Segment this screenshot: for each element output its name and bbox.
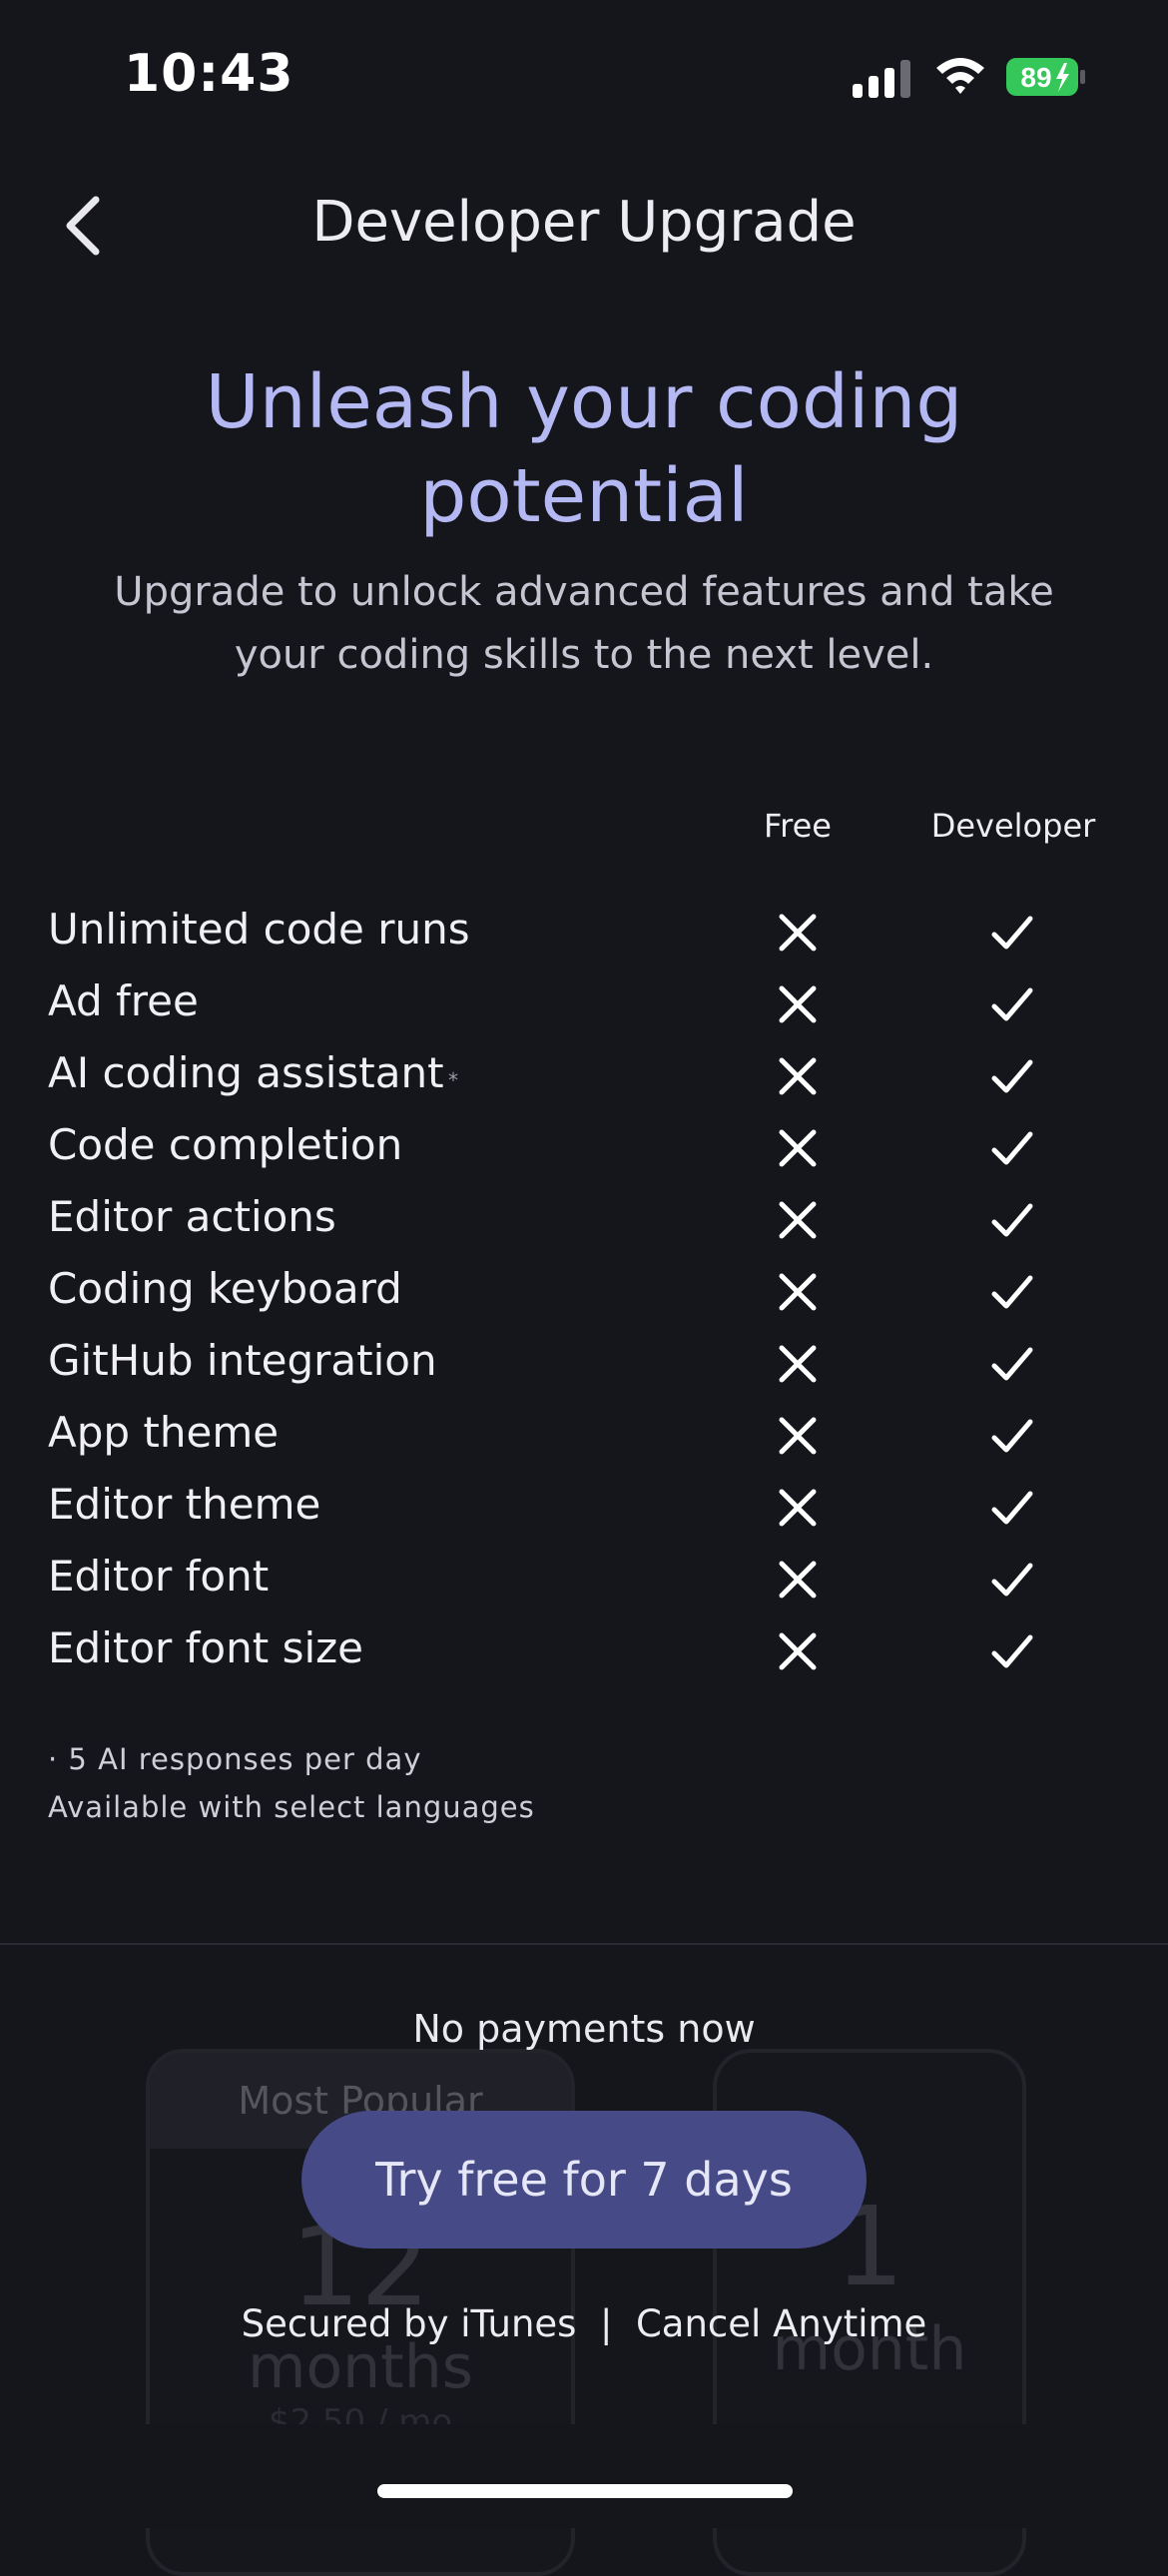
cross-icon (774, 1052, 822, 1100)
feature-row: Unlimited code runs (0, 899, 1168, 970)
column-header-developer: Developer (930, 807, 1096, 845)
checkmark-icon (988, 1556, 1036, 1604)
divider (0, 1943, 1168, 1945)
feature-row: Code completion (0, 1114, 1168, 1186)
hero-title-line2: potential (419, 453, 749, 539)
footnotes: · 5 AI responses per day Available with … (48, 1735, 535, 1831)
feature-label: Editor actions (48, 1192, 336, 1241)
feature-row: Ad free (0, 970, 1168, 1042)
hero-subtitle: Upgrade to unlock advanced features and … (60, 561, 1108, 687)
battery-icon: 89 (1006, 58, 1085, 96)
bottom-mask (0, 2424, 1168, 2528)
feature-comparison-list: Unlimited code runs Ad free AI coding assi… (0, 899, 1168, 1689)
checkmark-icon (988, 1484, 1036, 1532)
feature-label: App theme (48, 1408, 280, 1457)
feature-label: Editor theme (48, 1480, 321, 1529)
cross-icon (774, 1412, 822, 1460)
feature-row: Editor font (0, 1546, 1168, 1617)
feature-label: Editor font size (48, 1623, 364, 1672)
feature-row: Coding keyboard (0, 1258, 1168, 1330)
cross-icon (774, 1340, 822, 1388)
checkmark-icon (988, 1196, 1036, 1244)
wifi-icon (936, 58, 984, 94)
cross-icon (774, 909, 822, 957)
feature-label: Unlimited code runs (48, 905, 470, 954)
feature-label: GitHub integration (48, 1336, 437, 1385)
hero-title-line1: Unleash your coding (205, 359, 963, 445)
hero-title: Unleash your coding potential (80, 355, 1088, 543)
feature-row: Editor font size (0, 1617, 1168, 1689)
feature-row: GitHub integration (0, 1330, 1168, 1402)
footnote-languages: Available with select languages (48, 1790, 535, 1824)
feature-label: Code completion (48, 1120, 403, 1169)
checkmark-icon (988, 1124, 1036, 1172)
ai-footnote-marker: * (448, 1068, 458, 1092)
feature-label: Ad free (48, 976, 199, 1025)
checkmark-icon (988, 909, 1036, 957)
security-note: Secured by iTunes | Cancel Anytime (241, 2302, 927, 2345)
cross-icon (774, 1556, 822, 1604)
page-title: Developer Upgrade (311, 190, 857, 255)
cross-icon (774, 1124, 822, 1172)
footnote-ai-limit: · 5 AI responses per day (48, 1742, 422, 1776)
checkmark-icon (988, 1052, 1036, 1100)
no-payments-note: No payments now (412, 2007, 756, 2051)
feature-row: Editor actions (0, 1186, 1168, 1258)
feature-label: Coding keyboard (48, 1264, 402, 1313)
hero-subtitle-line1: Upgrade to unlock advanced features and … (114, 569, 1054, 615)
cross-icon (774, 1484, 822, 1532)
try-free-button[interactable]: Try free for 7 days (301, 2111, 867, 2249)
cross-icon (774, 980, 822, 1028)
column-header-free: Free (764, 807, 832, 845)
feature-label: Editor font (48, 1552, 270, 1601)
status-bar: 10:43 89 (0, 0, 1168, 150)
checkmark-icon (988, 980, 1036, 1028)
cross-icon (774, 1627, 822, 1675)
cellular-signal-icon (853, 60, 910, 98)
cross-icon (774, 1268, 822, 1316)
checkmark-icon (988, 1412, 1036, 1460)
battery-level: 89 (1020, 62, 1051, 93)
feature-row: AI coding assistant * (0, 1042, 1168, 1114)
cross-icon (774, 1196, 822, 1244)
nav-bar: Developer Upgrade (0, 170, 1168, 280)
feature-row: App theme (0, 1402, 1168, 1474)
checkmark-icon (988, 1340, 1036, 1388)
checkmark-icon (988, 1268, 1036, 1316)
feature-label: AI coding assistant (48, 1048, 444, 1097)
hero-subtitle-line2: your coding skills to the next level. (234, 632, 934, 678)
status-time: 10:43 (124, 44, 294, 104)
checkmark-icon (988, 1627, 1036, 1675)
feature-row: Editor theme (0, 1474, 1168, 1546)
home-indicator[interactable] (377, 2484, 793, 2498)
